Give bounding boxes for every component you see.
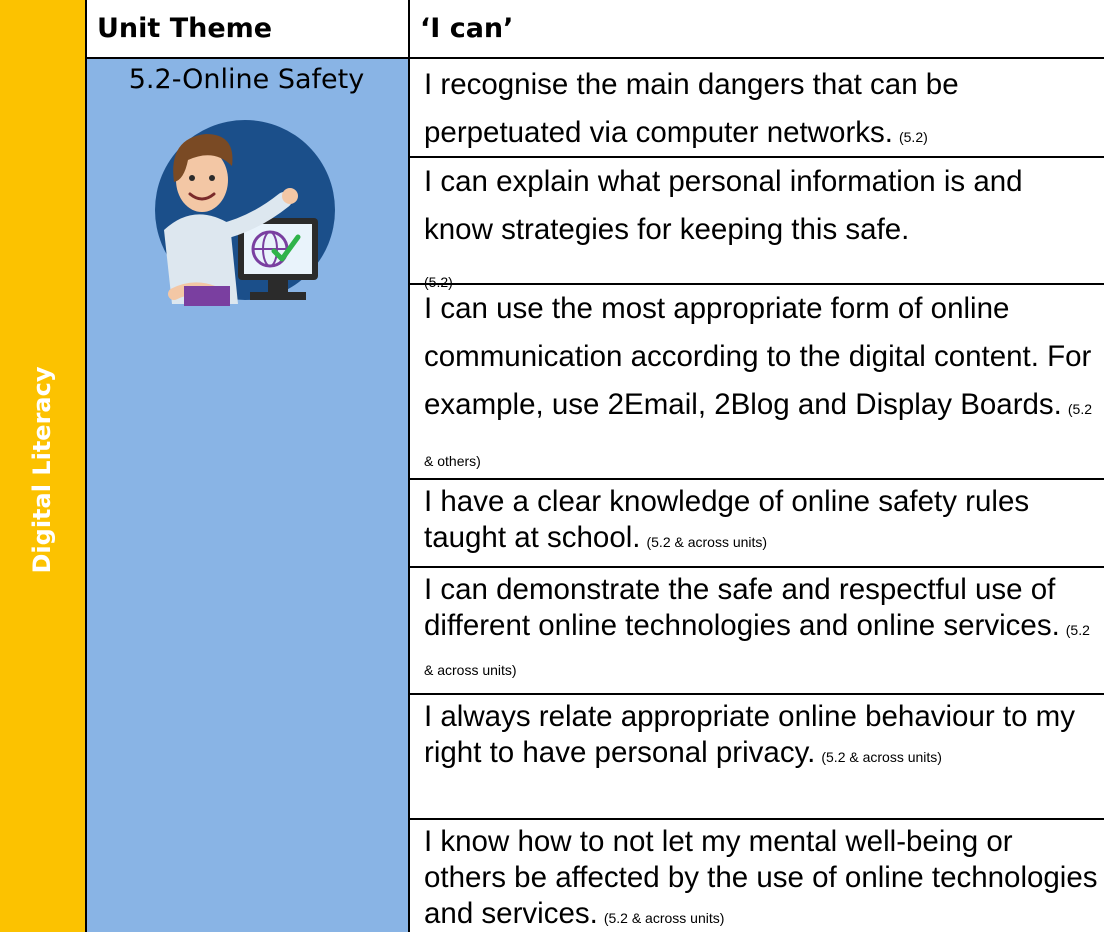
statement-text: I can explain what personal information …	[424, 165, 1023, 246]
theme-title: 5.2-Online Safety	[128, 64, 365, 95]
statement-item: I can explain what personal information …	[424, 158, 1098, 306]
subject-label: Digital Literacy	[28, 366, 56, 574]
header-unit-theme: Unit Theme	[85, 0, 408, 59]
statement-text: I can use the most appropriate form of o…	[424, 292, 1092, 421]
statement-item: I can demonstrate the safe and respectfu…	[424, 572, 1098, 688]
statement-ref: (5.2 & across units)	[603, 910, 725, 926]
statement-item: I know how to not let my mental well-bei…	[424, 824, 1098, 932]
header-i-can: ‘I can’	[408, 0, 1104, 59]
header-i-can-label: ‘I can’	[420, 13, 514, 44]
subject-column: Digital Literacy	[0, 0, 85, 932]
curriculum-table: Digital Literacy Unit Theme ‘I can’ 5.2-…	[0, 0, 1104, 932]
statement-item: I always relate appropriate online behav…	[424, 699, 1098, 775]
row-divider	[408, 566, 1104, 568]
statement-item: I have a clear knowledge of online safet…	[424, 484, 1098, 560]
statement-item: I recognise the main dangers that can be…	[424, 61, 1098, 161]
statement-text: I can demonstrate the safe and respectfu…	[424, 573, 1060, 642]
statement-ref: (5.2 & across units)	[646, 534, 768, 550]
teacher-avatar-icon	[155, 120, 335, 306]
statement-ref: (5.2)	[898, 129, 928, 145]
statement-text: I recognise the main dangers that can be…	[424, 68, 959, 149]
statement-text: I know how to not let my mental well-bei…	[424, 825, 1098, 930]
divider-theme	[408, 0, 410, 932]
row-divider	[408, 818, 1104, 820]
statement-item: I can use the most appropriate form of o…	[424, 285, 1098, 485]
divider-subject	[85, 0, 87, 932]
statement-ref: (5.2 & across units)	[821, 749, 942, 765]
header-unit-theme-label: Unit Theme	[97, 13, 273, 44]
row-divider	[408, 693, 1104, 695]
statement-text: I always relate appropriate online behav…	[424, 700, 1076, 769]
